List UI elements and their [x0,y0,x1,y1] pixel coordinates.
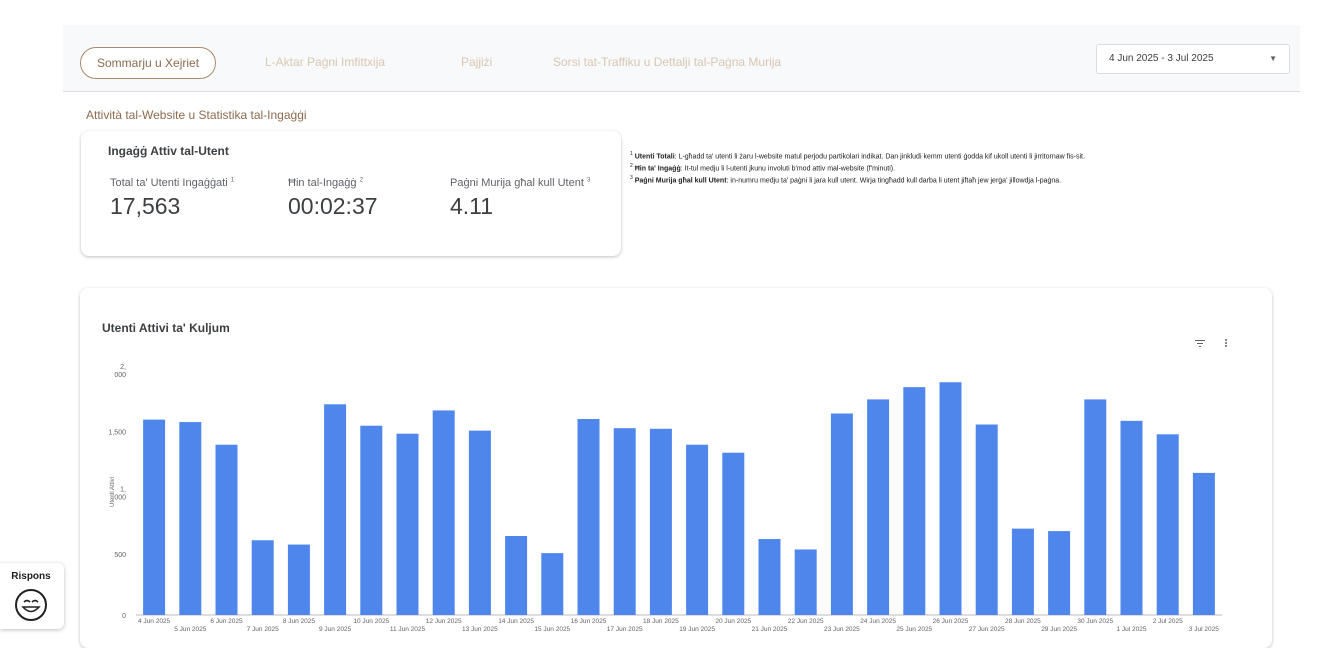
dropdown-caret-icon: ▼ [1269,54,1277,63]
bar [686,444,709,615]
bar [215,444,238,615]
x-tick-label: 15 Jun 2025 [534,626,570,633]
kpi-label: Paġni Murija għal kull Utent 3 [450,177,591,189]
bar [324,404,347,615]
y-tick-label: 500 [114,552,126,559]
bar [143,419,166,615]
x-tick-label: 2 Jul 2025 [1153,618,1183,625]
kpi-label: Total ta' Utenti Ingaġġati 1 [110,177,235,189]
bar [287,544,310,615]
bar [396,433,419,615]
bar [830,413,853,615]
bar-chart: 0 500 1, 000 1,500 2, 000 Utenti Attivi 4 Jun 20… [108,364,1222,633]
tab-traffic-sources[interactable]: Sorsi tat-Traffiku u Dettalji tal-Paġna … [553,47,781,77]
kpi-value: 17,563 [110,193,181,219]
bar [649,428,672,615]
kpi-total-users: Total ta' Utenti Ingaġġati 1 17,563 [110,177,234,220]
daily-active-users-card: Utenti Attivi ta' Kuljum 0 500 1, 000 1,500 2… [80,288,1272,648]
bar [903,387,926,615]
response-button[interactable]: Rispons [0,563,64,629]
bar [505,535,528,615]
x-tick-label: 24 Jun 2025 [860,618,896,625]
x-tick-label: 16 Jun 2025 [571,618,607,625]
metric-footnotes: 1 Utenti Totali: L-għadd ta' utenti li ż… [630,150,1270,185]
kpi-card-title: Ingaġġ Attiv tal-Utent [108,144,229,158]
report-nav-bar: Sommarju u Xejriet L-Aktar Paġni Imfittx… [63,25,1300,92]
x-tick-label: 28 Jun 2025 [1005,618,1041,625]
bar [541,553,564,615]
x-tick-label: 8 Jun 2025 [283,618,316,625]
kpi-pages-per-user: Paġni Murija għal kull Utent 3 4.11 [450,177,590,220]
y-tick-label: 1,500 [108,429,126,436]
y-axis-label: Utenti Attivi [110,477,116,507]
bar [1120,420,1143,615]
bar [360,425,383,615]
y-tick-label: 0 [122,613,126,620]
y-tick-label: 1, 000 [114,487,126,502]
x-tick-label: 7 Jun 2025 [247,626,280,633]
x-tick-label: 10 Jun 2025 [353,618,389,625]
footnote: 2 Ħin ta' Ingaġġ: It-tul medju li l-uten… [630,162,896,173]
date-range-value: 4 Jun 2025 - 3 Jul 2025 [1109,53,1214,64]
engagement-kpi-card: Ingaġġ Attiv tal-Utent Total ta' Utenti … [81,131,621,256]
bar [468,430,491,615]
date-range-picker[interactable]: 4 Jun 2025 - 3 Jul 2025 ▼ [1096,44,1290,74]
bar [939,382,962,615]
bar [758,539,781,615]
x-tick-label: 14 Jun 2025 [498,618,534,625]
x-tick-label: 4 Jun 2025 [138,618,171,625]
x-tick-label: 19 Jun 2025 [679,626,715,633]
x-tick-label: 21 Jun 2025 [752,626,788,633]
bar [794,549,817,615]
bar [722,452,745,615]
x-tick-label: 27 Jun 2025 [969,626,1005,633]
x-tick-label: 25 Jun 2025 [896,626,932,633]
bar [613,428,636,615]
footnote: 1 Utenti Totali: L-għadd ta' utenti li ż… [630,151,1085,161]
bar [432,410,455,615]
tab-summary[interactable]: Sommarju u Xejriet [80,47,217,79]
x-tick-label: 17 Jun 2025 [607,626,643,633]
x-tick-label: 12 Jun 2025 [426,618,462,625]
tab-countries[interactable]: Pajjiżi [461,47,492,77]
tab-top-pages[interactable]: L-Aktar Paġni Imfittxija [265,47,385,77]
x-tick-label: 18 Jun 2025 [643,618,679,625]
smiley-icon [15,589,47,621]
kpi-value: 00:02:37 [288,193,378,219]
x-tick-label: 9 Jun 2025 [319,626,352,633]
x-tick-label: 3 Jul 2025 [1189,626,1219,633]
x-tick-label: 30 Jun 2025 [1077,618,1113,625]
bar [251,540,274,615]
bar [867,399,890,615]
section-title: Attività tal-Website u Statistika tal-In… [86,108,307,122]
x-tick-label: 11 Jun 2025 [390,626,426,633]
bar [1048,531,1071,615]
x-tick-label: 20 Jun 2025 [715,618,751,625]
x-tick-label: 6 Jun 2025 [210,618,243,625]
kpi-value: 4.11 [450,193,494,219]
x-tick-label: 5 Jun 2025 [174,626,207,633]
bar [975,424,998,615]
bar [179,422,202,615]
bar [1156,434,1179,615]
bar [1192,472,1215,615]
x-tick-label: 29 Jun 2025 [1041,626,1077,633]
x-tick-label: 26 Jun 2025 [933,618,969,625]
bar [1084,399,1107,615]
x-tick-label: 23 Jun 2025 [824,626,860,633]
kpi-engagement-time: Ħin tal-Ingaġġ 2 00:02:37 [288,177,378,220]
footnote: 3 Paġni Murija għal kull Utent: in-numru… [630,174,1062,184]
y-tick-label: 2, 000 [114,364,126,379]
x-tick-label: 22 Jun 2025 [788,618,824,625]
x-tick-label: 13 Jun 2025 [462,626,498,633]
kpi-label: Ħin tal-Ingaġġ 2 [288,177,363,189]
x-tick-label: 1 Jul 2025 [1117,626,1147,633]
bar [577,419,600,615]
bar [1011,528,1034,615]
